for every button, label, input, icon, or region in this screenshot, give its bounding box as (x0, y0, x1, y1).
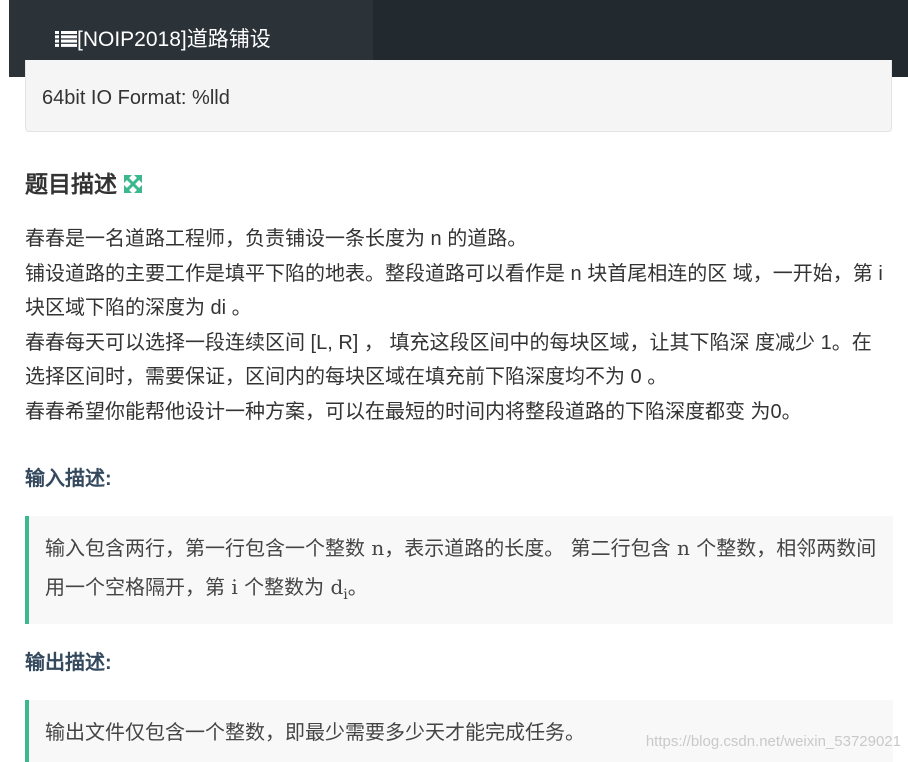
page: [NOIP2018]道路铺设 64bit IO Format: %lld 题目描… (0, 0, 908, 762)
output-description-block: 输出文件仅包含一个整数，即最少需要多少天才能完成任务。 (25, 700, 893, 762)
description-paragraph: 春春希望你能帮他设计一种方案，可以在最短的时间内将整段道路的下陷深度都变 为0。 (25, 400, 802, 423)
problem-description: 春春是一名道路工程师，负责铺设一条长度为 n 的道路。 铺设道路的主要工作是填平… (25, 222, 891, 429)
page-title: [NOIP2018]道路铺设 (77, 28, 271, 51)
input-description-block: 输入包含两行，第一行包含一个整数 n，表示道路的长度。 第二行包含 n 个整数，… (25, 516, 893, 624)
expand-icon[interactable] (123, 174, 143, 194)
watermark: https://blog.csdn.net/weixin_53729021 (645, 733, 901, 750)
output-description-text: 输出文件仅包含一个整数，即最少需要多少天才能完成任务。 (45, 720, 585, 744)
description-paragraph: 铺设道路的主要工作是填平下陷的地表。整段道路可以看作是 n 块首尾相连的区 域，… (25, 262, 883, 320)
problem-description-title: 题目描述 (25, 171, 117, 197)
io-format-text: 64bit IO Format: %lld (42, 87, 230, 109)
description-paragraph: 春春是一名道路工程师，负责铺设一条长度为 n 的道路。 (25, 228, 528, 250)
input-description-heading: 输入描述: (25, 468, 112, 490)
problem-info-box: 64bit IO Format: %lld (25, 60, 892, 132)
output-description-heading: 输出描述: (25, 652, 112, 674)
input-description-end: 。 (347, 575, 368, 599)
problem-description-heading: 题目描述 (25, 168, 143, 200)
input-description-text: 输入包含两行，第一行包含一个整数 n，表示道路的长度。 第二行包含 n 个整数，… (45, 536, 877, 599)
description-paragraph: 春春每天可以选择一段连续区间 [L, R] ， 填充这段区间中的每块区域，让其下… (25, 331, 872, 389)
list-icon (55, 31, 77, 47)
